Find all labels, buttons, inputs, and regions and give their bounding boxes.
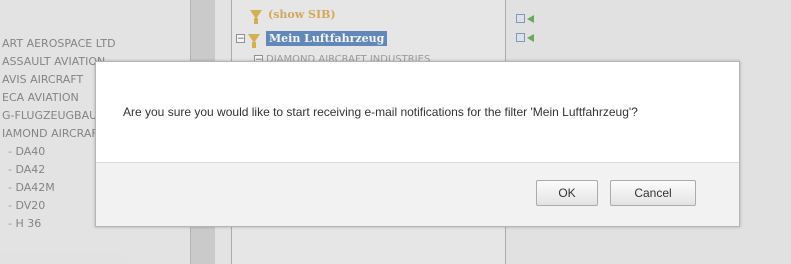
dialog-footer: OK Cancel <box>96 162 739 226</box>
confirm-dialog: Are you sure you would like to start rec… <box>95 61 740 227</box>
dialog-body: Are you sure you would like to start rec… <box>96 62 739 162</box>
cancel-button[interactable]: Cancel <box>610 180 696 206</box>
dialog-message: Are you sure you would like to start rec… <box>123 105 638 119</box>
ok-button[interactable]: OK <box>536 180 598 206</box>
